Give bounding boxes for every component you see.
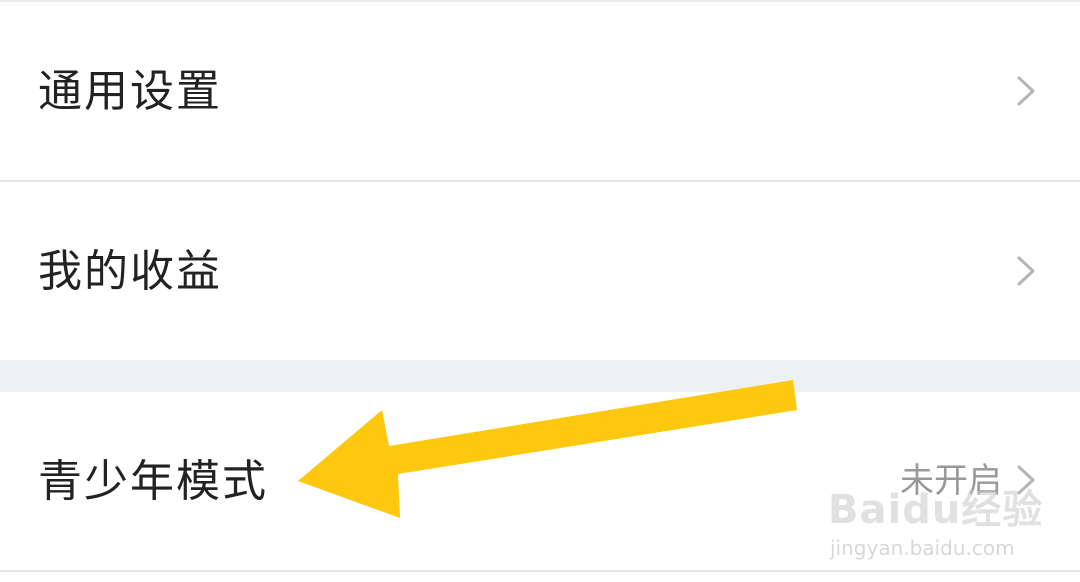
settings-item-label: 通用设置 [38,66,222,117]
watermark-url: jingyan.baidu.com [830,536,1015,560]
settings-item-label: 青少年模式 [38,456,268,507]
chevron-right-icon [1017,256,1035,286]
settings-item-label: 我的收益 [38,246,222,297]
row-divider [0,570,1080,572]
settings-screen: 通用设置 我的收益 青少年模式 未开启 Baidu经验 jingyan.baid… [0,0,1080,582]
baidu-watermark-logo: Baidu经验 [828,487,1044,533]
section-separator [0,360,1080,392]
chevron-right-icon [1017,76,1035,106]
settings-item-earnings[interactable]: 我的收益 [0,182,1080,360]
settings-item-general[interactable]: 通用设置 [0,2,1080,180]
